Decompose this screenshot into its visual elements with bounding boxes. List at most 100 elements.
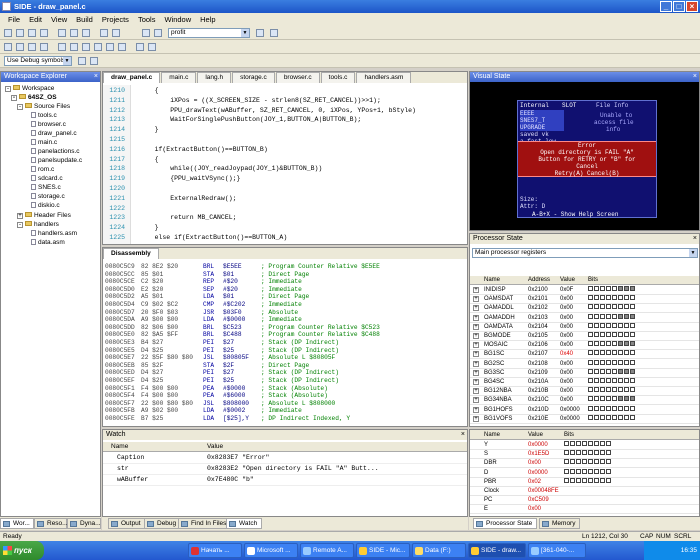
bit-checkbox[interactable]: [600, 468, 605, 474]
tab-watch[interactable]: Watch: [226, 518, 263, 529]
bit-checkbox[interactable]: [612, 359, 617, 365]
expand-icon[interactable]: +: [473, 406, 479, 413]
bit-checkbox[interactable]: [564, 477, 569, 483]
bit-checkbox[interactable]: [606, 341, 611, 347]
menu-view[interactable]: View: [51, 13, 67, 26]
tab-browser[interactable]: browser.c: [275, 72, 320, 83]
bit-checkbox[interactable]: [624, 313, 629, 319]
tree-file[interactable]: SNES.c: [31, 184, 61, 192]
expand-icon[interactable]: +: [473, 323, 479, 330]
bit-checkbox[interactable]: [570, 468, 575, 474]
tree-file[interactable]: panelactions.c: [31, 148, 80, 156]
bit-checkbox[interactable]: [624, 286, 629, 291]
bit-checkbox[interactable]: [594, 459, 599, 465]
bit-checkbox[interactable]: [564, 459, 569, 465]
col-name[interactable]: Name: [484, 276, 500, 285]
bit-checkbox[interactable]: [612, 304, 617, 310]
bit-checkbox[interactable]: [618, 286, 623, 291]
disasm-line[interactable]: 0080C5D2 A5 $01 LDA $01 ; Direct Page: [103, 293, 467, 300]
expand-icon[interactable]: +: [473, 351, 479, 358]
bit-checkbox[interactable]: [600, 450, 605, 456]
expand-icon[interactable]: +: [473, 360, 479, 367]
bit-checkbox[interactable]: [588, 387, 593, 393]
code-line[interactable]: 1223 return MB_CANCEL;: [103, 214, 463, 222]
bit-checkbox[interactable]: [594, 468, 599, 474]
cpu-col-bits[interactable]: Bits: [564, 430, 574, 440]
code-line[interactable]: 1210 {: [103, 87, 463, 95]
close-icon[interactable]: ×: [693, 234, 697, 244]
menu-edit[interactable]: Edit: [29, 13, 42, 26]
profile-combo[interactable]: profit ▼: [168, 28, 250, 38]
bit-checkbox[interactable]: [564, 441, 569, 446]
rebuild-icon[interactable]: [28, 43, 36, 51]
code-line[interactable]: 1215: [103, 136, 463, 144]
bit-checkbox[interactable]: [606, 350, 611, 356]
bit-checkbox[interactable]: [594, 477, 599, 483]
bit-checkbox[interactable]: [630, 405, 635, 411]
tab-storage[interactable]: storage.c: [232, 72, 275, 83]
tree-workspace[interactable]: - Workspace: [5, 85, 54, 93]
bit-checkbox[interactable]: [612, 387, 617, 393]
expand-icon[interactable]: +: [473, 388, 479, 395]
disasm-line[interactable]: 0080C5C9 82 8E2 $20 BRL $E5EE ; Program Coun…: [103, 263, 467, 270]
undo-icon[interactable]: [100, 29, 108, 37]
bit-checkbox[interactable]: [606, 459, 611, 465]
cpu-register-row[interactable]: S 0x1E5D: [470, 450, 699, 460]
bit-checkbox[interactable]: [600, 341, 605, 347]
disasm-line[interactable]: 0080C5E5 D4 $25 PEI $25 ; Stack (DP Indirect…: [103, 347, 467, 354]
disasm-line[interactable]: 0080C5DD 82 $06 $00 BRL $C523 ; Program Coun…: [103, 324, 467, 331]
bit-checkbox[interactable]: [588, 414, 593, 420]
bit-checkbox[interactable]: [624, 414, 629, 420]
bit-checkbox[interactable]: [624, 405, 629, 411]
cpu-register-row[interactable]: PBR 0x02: [470, 477, 699, 487]
bit-checkbox[interactable]: [600, 286, 605, 291]
bit-checkbox[interactable]: [594, 304, 599, 310]
config-icon[interactable]: [78, 57, 86, 65]
bit-checkbox[interactable]: [594, 378, 599, 383]
cpu-register-row[interactable]: DBR 0x00: [470, 459, 699, 469]
disasm-line[interactable]: 0080C5F7 22 $00 $80 $80 JSL $808000 ; Absolu…: [103, 400, 467, 407]
bit-checkbox[interactable]: [588, 350, 593, 356]
col-value[interactable]: Value: [560, 276, 575, 285]
bit-checkbox[interactable]: [630, 414, 635, 420]
bit-checkbox[interactable]: [576, 477, 581, 483]
bit-checkbox[interactable]: [564, 468, 569, 474]
bit-checkbox[interactable]: [624, 304, 629, 310]
bit-checkbox[interactable]: [588, 405, 593, 411]
bit-checkbox[interactable]: [570, 477, 575, 483]
bit-checkbox[interactable]: [618, 359, 623, 365]
expand-icon[interactable]: +: [473, 333, 479, 339]
stop-build-icon[interactable]: [40, 43, 48, 51]
bit-checkbox[interactable]: [624, 350, 629, 356]
register-set-combo[interactable]: Main processor registers ▼: [472, 248, 698, 258]
register-row[interactable]: + BG1VOFS 0x210E 0x0000: [470, 414, 699, 424]
bit-checkbox[interactable]: [606, 468, 611, 474]
bit-checkbox[interactable]: [582, 450, 587, 456]
minimize-button[interactable]: _: [660, 1, 672, 12]
register-row[interactable]: + OAMADDL 0x2102 0x00: [470, 304, 699, 314]
bit-checkbox[interactable]: [612, 405, 617, 411]
disasm-line[interactable]: 0080C5DA A9 $00 $00 LDA #$0000 ; Immediate: [103, 316, 467, 323]
tab-memory[interactable]: Memory: [539, 518, 581, 529]
tree-file[interactable]: panelsupdate.c: [31, 157, 82, 165]
bit-checkbox[interactable]: [594, 286, 599, 291]
bit-checkbox[interactable]: [588, 396, 593, 402]
save-all-icon[interactable]: [40, 29, 48, 37]
bit-checkbox[interactable]: [588, 313, 593, 319]
bit-checkbox[interactable]: [630, 322, 635, 328]
build-icon[interactable]: [16, 43, 24, 51]
bit-checkbox[interactable]: [588, 459, 593, 465]
bit-checkbox[interactable]: [600, 396, 605, 402]
compile-icon[interactable]: [4, 43, 12, 51]
tab-find-in-files[interactable]: Find In Files: [178, 518, 232, 529]
bit-checkbox[interactable]: [630, 350, 635, 356]
bit-checkbox[interactable]: [618, 368, 623, 374]
expand-icon[interactable]: +: [473, 305, 479, 312]
bit-checkbox[interactable]: [630, 304, 635, 310]
bit-checkbox[interactable]: [630, 332, 635, 337]
bit-checkbox[interactable]: [624, 332, 629, 337]
collapse-icon[interactable]: -: [11, 95, 17, 101]
register-row[interactable]: + BG1HOFS 0x210D 0x0000: [470, 405, 699, 415]
watch-row[interactable]: wABuffer 0x7E480C "b": [103, 476, 467, 486]
bit-checkbox[interactable]: [618, 405, 623, 411]
